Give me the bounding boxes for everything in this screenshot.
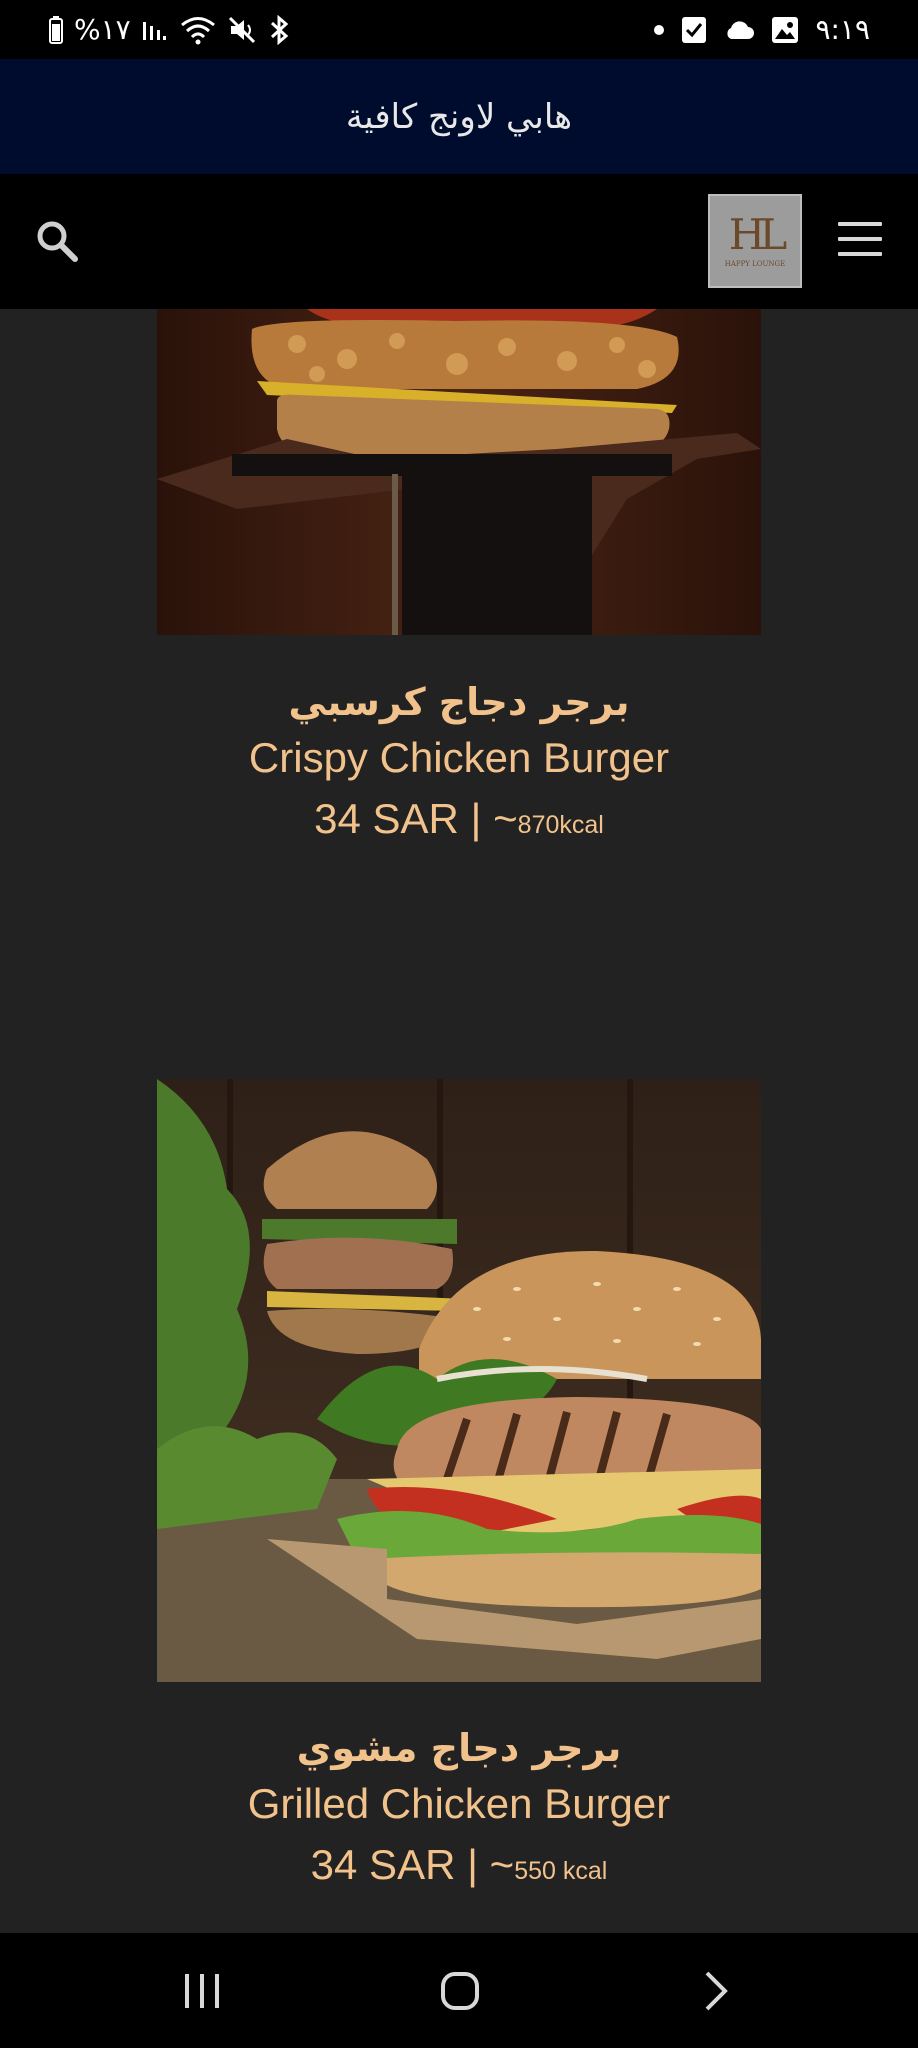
image-icon	[771, 16, 799, 44]
status-right: ٩:١٩	[653, 0, 870, 59]
product-price-line: 34 SAR | ~550 kcal	[0, 1834, 918, 1902]
product-price: 34 SAR | ~	[310, 1841, 515, 1888]
cloud-icon	[723, 19, 755, 41]
recents-icon[interactable]	[172, 1963, 232, 2019]
page: %١٧ ٩:١٩ هابي لاونج كافية HL HAPPY LOUNG…	[0, 0, 918, 2048]
hamburger-menu-icon[interactable]	[838, 222, 884, 258]
product-crispy-chicken-burger: برجر دجاج كرسبي Crispy Chicken Burger 34…	[0, 676, 918, 856]
product-name-ar: برجر دجاج مشوي	[296, 1726, 622, 1770]
header: HL HAPPY LOUNGE	[0, 174, 918, 309]
logo-mark: HL	[728, 210, 787, 259]
home-icon[interactable]	[430, 1963, 490, 2019]
navigation-bar	[0, 1933, 918, 2048]
product-image-crispy-chicken-burger[interactable]	[157, 309, 761, 635]
battery-percent: %١٧	[74, 13, 131, 46]
signal-icon	[141, 16, 169, 44]
dot-icon	[653, 24, 665, 36]
status-left: %١٧	[48, 0, 291, 59]
product-name-en: Crispy Chicken Burger	[248, 734, 670, 781]
wifi-icon	[179, 15, 217, 45]
product-price: 34 SAR | ~	[314, 795, 518, 842]
mute-icon	[227, 15, 257, 45]
product-name-en: Grilled Chicken Burger	[247, 1780, 671, 1827]
product-image-grilled-chicken-burger[interactable]	[157, 1079, 761, 1682]
battery-icon	[48, 15, 64, 44]
status-bar: %١٧ ٩:١٩	[0, 0, 918, 59]
product-price-line: 34 SAR | ~870kcal	[0, 788, 918, 856]
title-bar: هابي لاونج كافية	[0, 59, 918, 174]
product-grilled-chicken-burger: برجر دجاج مشوي Grilled Chicken Burger 34…	[0, 1722, 918, 1902]
search-icon	[37, 221, 78, 262]
product-kcal: 550 kcal	[514, 1857, 608, 1885]
product-name-ar: برجر دجاج كرسبي	[288, 680, 630, 724]
clock: ٩:١٩	[815, 13, 870, 46]
checkbox-notification-icon	[681, 16, 707, 44]
product-kcal: 870kcal	[517, 811, 604, 839]
page-title: هابي لاونج كافية	[345, 96, 573, 137]
logo-subtitle: HAPPY LOUNGE	[724, 260, 786, 268]
logo[interactable]: HL HAPPY LOUNGE	[708, 194, 802, 288]
search-button[interactable]	[34, 218, 80, 264]
back-icon[interactable]	[686, 1963, 746, 2019]
bluetooth-icon	[267, 14, 291, 45]
